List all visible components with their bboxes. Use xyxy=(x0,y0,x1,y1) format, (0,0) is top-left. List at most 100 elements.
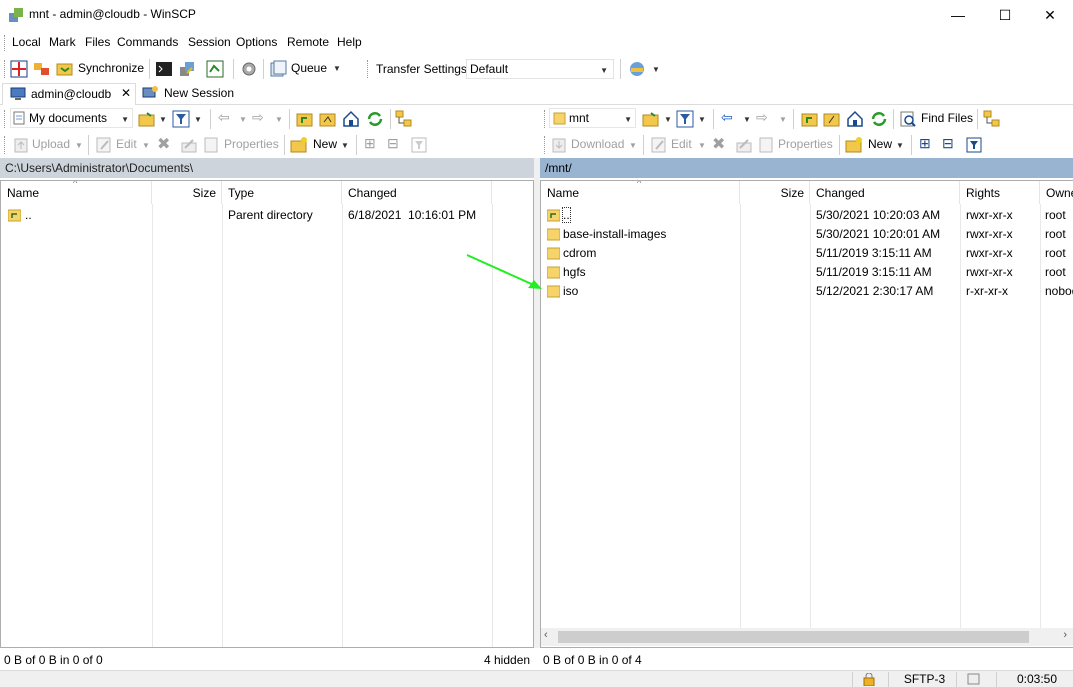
forward-arrow-icon[interactable]: ⇨ xyxy=(756,109,768,126)
synchronize-button[interactable]: Synchronize xyxy=(78,61,144,75)
chevron-down-icon[interactable]: ▼ xyxy=(698,141,706,150)
new-folder-icon[interactable] xyxy=(290,136,308,154)
scroll-left-icon[interactable]: ‹ xyxy=(544,629,548,641)
compare-directories-icon[interactable] xyxy=(10,60,28,78)
filter-icon[interactable] xyxy=(172,110,190,128)
table-row[interactable]: cdrom 5/11/2019 3:15:11 AM rwxr-xr-x roo… xyxy=(541,244,1073,263)
column-header-changed[interactable]: Changed xyxy=(342,181,492,204)
tree-view-icon[interactable] xyxy=(983,110,1001,128)
new-folder-icon[interactable] xyxy=(845,136,863,154)
column-header-name[interactable]: Name ^ xyxy=(1,181,152,204)
queue-icon[interactable] xyxy=(269,60,287,78)
chevron-down-icon[interactable]: ▼ xyxy=(624,115,632,124)
parent-directory-icon[interactable] xyxy=(801,110,819,128)
tab-new-session[interactable]: New Session xyxy=(140,83,240,105)
left-location-select[interactable]: My documents ▼ xyxy=(10,108,133,128)
toolbar-grip[interactable] xyxy=(544,110,547,128)
scroll-right-icon[interactable]: › xyxy=(1063,629,1067,641)
chevron-down-icon[interactable]: ▼ xyxy=(664,115,672,124)
queue-dropdown-icon[interactable]: ▼ xyxy=(333,64,341,73)
queue-button[interactable]: Queue xyxy=(291,61,327,75)
upload-button[interactable]: Upload xyxy=(32,137,70,151)
remote-file-panel[interactable]: Name ^ Size Changed Rights Owner .. 5/30… xyxy=(540,180,1073,648)
forward-arrow-icon[interactable]: ⇨ xyxy=(252,109,264,126)
properties-button[interactable]: Properties xyxy=(224,137,279,151)
column-header-type[interactable]: Type xyxy=(222,181,342,204)
synchronize-icon[interactable] xyxy=(56,60,74,78)
chevron-down-icon[interactable]: ▼ xyxy=(159,115,167,124)
right-location-select[interactable]: mnt ▼ xyxy=(549,108,636,128)
new-button[interactable]: New xyxy=(868,137,892,151)
delete-icon[interactable]: ✖ xyxy=(157,134,170,154)
chevron-down-icon[interactable]: ▼ xyxy=(142,141,150,150)
hidden-files-count[interactable]: 4 hidden xyxy=(484,653,530,667)
menu-remote[interactable]: Remote xyxy=(287,35,329,49)
edit-button[interactable]: Edit xyxy=(116,137,137,151)
column-header-changed[interactable]: Changed xyxy=(810,181,960,204)
chevron-down-icon[interactable]: ▼ xyxy=(275,115,283,124)
column-header-owner[interactable]: Owner xyxy=(1040,181,1073,204)
tab-admin-cloudb[interactable]: admin@cloudb ✕ xyxy=(2,83,136,105)
home-icon[interactable] xyxy=(846,110,864,128)
toolbar-grip[interactable] xyxy=(4,60,7,78)
properties-button[interactable]: Properties xyxy=(778,137,833,151)
menu-options[interactable]: Options xyxy=(236,35,277,49)
menu-local[interactable]: Local xyxy=(12,35,41,49)
chevron-down-icon[interactable]: ▼ xyxy=(629,141,637,150)
chevron-down-icon[interactable]: ▼ xyxy=(341,141,349,150)
console-icon[interactable] xyxy=(155,60,173,78)
close-tab-icon[interactable]: ✕ xyxy=(121,86,131,100)
filter-icon[interactable] xyxy=(676,110,694,128)
back-arrow-icon[interactable]: ⇦ xyxy=(218,109,230,126)
putty-icon[interactable] xyxy=(178,60,196,78)
find-files-icon[interactable] xyxy=(899,110,917,128)
menu-session[interactable]: Session xyxy=(188,35,231,49)
queue-status-cell[interactable] xyxy=(956,672,996,687)
menu-help[interactable]: Help xyxy=(337,35,362,49)
table-row[interactable]: .. 5/30/2021 10:20:03 AM rwxr-xr-x root xyxy=(541,206,1073,225)
column-header-rights[interactable]: Rights xyxy=(960,181,1040,204)
chevron-down-icon[interactable]: ▼ xyxy=(121,115,129,124)
menu-grip[interactable] xyxy=(4,35,7,51)
menu-files[interactable]: Files xyxy=(85,35,110,49)
chevron-down-icon[interactable]: ▼ xyxy=(194,115,202,124)
select-plus-icon[interactable]: ⊞ xyxy=(919,135,931,152)
chevron-down-icon[interactable]: ▼ xyxy=(743,115,751,124)
column-header-name[interactable]: Name ^ xyxy=(541,181,740,204)
find-files-button[interactable]: Find Files xyxy=(921,111,973,125)
open-folder-icon[interactable] xyxy=(138,110,156,128)
refresh-icon[interactable] xyxy=(870,110,888,128)
transfer-preset-dropdown-icon[interactable]: ▼ xyxy=(652,65,660,74)
column-header-size[interactable]: Size xyxy=(740,181,810,204)
select-minus-icon[interactable]: ⊟ xyxy=(387,135,399,152)
refresh-icon[interactable] xyxy=(366,110,384,128)
column-header-size[interactable]: Size xyxy=(152,181,222,204)
chevron-down-icon[interactable]: ▼ xyxy=(779,115,787,124)
menu-commands[interactable]: Commands xyxy=(117,35,178,49)
select-minus-icon[interactable]: ⊟ xyxy=(942,135,954,152)
select-plus-icon[interactable]: ⊞ xyxy=(364,135,376,152)
chevron-down-icon[interactable]: ▼ xyxy=(896,141,904,150)
root-directory-icon[interactable] xyxy=(319,110,337,128)
download-button[interactable]: Download xyxy=(571,137,624,151)
right-path-bar[interactable]: /mnt/ xyxy=(540,158,1073,178)
scrollbar-thumb[interactable] xyxy=(558,631,1029,643)
toolbar-grip[interactable] xyxy=(4,110,7,128)
maximize-button[interactable]: ☐ xyxy=(982,0,1028,30)
preferences-gear-icon[interactable] xyxy=(240,60,258,78)
edit-button[interactable]: Edit xyxy=(671,137,692,151)
parent-directory-icon[interactable] xyxy=(296,110,314,128)
filter-select-icon[interactable] xyxy=(410,136,428,154)
chevron-down-icon[interactable]: ▼ xyxy=(239,115,247,124)
synchronize-browsing-icon[interactable] xyxy=(33,60,51,78)
open-directory-icon[interactable] xyxy=(206,60,224,78)
delete-icon[interactable]: ✖ xyxy=(712,134,725,154)
tree-view-icon[interactable] xyxy=(395,110,413,128)
table-row[interactable]: iso 5/12/2021 2:30:17 AM r-xr-xr-x nobod… xyxy=(541,282,1073,301)
open-folder-icon[interactable] xyxy=(642,110,660,128)
table-row[interactable]: hgfs 5/11/2019 3:15:11 AM rwxr-xr-x root xyxy=(541,263,1073,282)
back-arrow-icon[interactable]: ⇦ xyxy=(721,109,733,126)
chevron-down-icon[interactable]: ▼ xyxy=(75,141,83,150)
local-file-panel[interactable]: Name ^ Size Type Changed .. Parent direc… xyxy=(0,180,534,648)
new-button[interactable]: New xyxy=(313,137,337,151)
